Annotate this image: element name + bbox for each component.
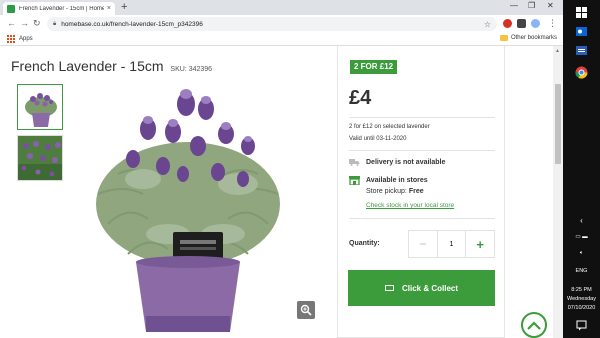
zoom-button[interactable] — [297, 301, 315, 319]
available-text: Available in stores — [366, 177, 428, 184]
maximize-icon[interactable]: ❐ — [528, 1, 535, 10]
apps-bookmark[interactable]: Apps — [7, 35, 33, 43]
clock-day: Wednesday — [567, 296, 596, 302]
thumbnail-2[interactable] — [17, 135, 63, 181]
promo-badge[interactable]: 2 FOR £12 — [350, 60, 398, 74]
product-title: French Lavender - 15cm — [11, 58, 164, 74]
browser-toolbar: ← → ↻ 🔒︎ homebase.co.uk/french-lavender-… — [0, 15, 563, 33]
browser-tab[interactable]: French Lavender - 15cm | Homeba × — [3, 2, 115, 15]
forward-icon[interactable]: → — [20, 18, 29, 28]
apps-label: Apps — [19, 36, 33, 42]
pickup-label: Store pickup: — [366, 188, 409, 195]
outlook-icon[interactable] — [575, 25, 588, 38]
tray-chevron-icon[interactable]: ‹ — [563, 216, 600, 225]
clock-time[interactable]: 8:25 PM — [563, 287, 600, 293]
quantity-input[interactable]: 1 — [438, 231, 466, 257]
quantity-stepper: − 1 + — [408, 230, 495, 258]
offer-text: 2 for £12 on selected lavender — [349, 124, 430, 130]
page-title: French Lavender - 15cm SKU: 342396 — [11, 58, 212, 74]
apps-grid-icon — [7, 35, 15, 43]
click-and-collect-button[interactable]: Click & Collect — [348, 270, 495, 306]
divider — [349, 150, 495, 151]
delivery-truck-icon — [349, 159, 360, 166]
zoom-in-icon — [300, 304, 312, 316]
chrome-icon[interactable] — [575, 66, 588, 79]
folder-icon — [499, 35, 508, 41]
store-van-icon — [384, 285, 394, 291]
purchase-panel: 2 FOR £12 £4 2 for £12 on selected laven… — [337, 46, 505, 338]
product-gallery: French Lavender - 15cm SKU: 342396 — [0, 46, 327, 338]
quantity-decrease-button[interactable]: − — [409, 231, 438, 257]
windows-start-icon[interactable] — [575, 6, 588, 19]
page-scrollbar[interactable]: ▲ — [553, 46, 563, 338]
extension-icon[interactable] — [503, 19, 512, 28]
close-window-icon[interactable]: ✕ — [547, 1, 554, 10]
address-bar[interactable]: 🔒︎ homebase.co.uk/french-lavender-15cm_p… — [47, 17, 497, 31]
thumbnail-1[interactable] — [17, 84, 63, 130]
minimize-icon[interactable]: — — [510, 1, 518, 10]
other-bookmarks[interactable]: Other bookmarks — [499, 35, 557, 41]
new-tab-button[interactable]: + — [121, 1, 127, 13]
chevron-up-icon — [527, 320, 541, 330]
url-text[interactable]: homebase.co.uk/french-lavender-15cm_p342… — [61, 21, 484, 28]
homebase-favicon-icon — [7, 4, 15, 13]
delivery-status: Delivery is not available — [349, 158, 445, 166]
divider — [349, 117, 495, 118]
click-and-collect-label: Click & Collect — [401, 283, 458, 293]
offer-validity: Valid until 03-11-2020 — [349, 136, 407, 142]
profile-avatar-icon[interactable] — [531, 19, 540, 28]
bookmark-star-icon[interactable]: ☆ — [484, 20, 491, 29]
menu-kebab-icon[interactable]: ⋮ — [548, 18, 557, 29]
product-sku: SKU: 342396 — [170, 66, 213, 73]
quantity-increase-button[interactable]: + — [465, 231, 494, 257]
network-icon[interactable]: ▭ ▬ — [563, 234, 600, 240]
volume-icon[interactable]: 🔈︎ — [563, 250, 600, 257]
clock-date: 07/10/2020 — [567, 305, 596, 311]
product-main-image — [96, 89, 280, 332]
scroll-thumb[interactable] — [555, 84, 561, 164]
scroll-up-icon[interactable]: ▲ — [555, 48, 560, 54]
notifications-icon[interactable] — [575, 319, 588, 332]
bookmarks-bar: Apps Other bookmarks — [0, 33, 563, 46]
screen: French Lavender - 15cm | Homeba × + — ❐ … — [0, 0, 600, 338]
tab-close-icon[interactable]: × — [107, 5, 111, 12]
tab-title: French Lavender - 15cm | Homeba — [19, 5, 104, 12]
pickup-value: Free — [408, 188, 424, 195]
language-indicator[interactable]: ENG — [563, 268, 600, 274]
other-bookmarks-label: Other bookmarks — [510, 35, 557, 41]
reload-icon[interactable]: ↻ — [33, 18, 41, 29]
lavender-pot-thumbnail-icon — [18, 85, 62, 129]
check-stock-link[interactable]: Check stock in your local store — [366, 202, 454, 209]
word-icon[interactable] — [575, 44, 588, 57]
divider — [349, 218, 495, 219]
store-icon — [349, 176, 360, 185]
web-page: French Lavender - 15cm SKU: 342396 2 FOR… — [0, 46, 553, 338]
lock-icon: 🔒︎ — [53, 20, 57, 27]
back-icon[interactable]: ← — [7, 18, 16, 28]
back-to-top-button[interactable] — [521, 312, 547, 338]
delivery-text: Delivery is not available — [366, 158, 446, 166]
store-pickup: Store pickup: Free — [366, 188, 428, 195]
puzzle-extensions-icon[interactable] — [517, 19, 526, 28]
lavender-field-thumbnail-icon — [18, 136, 62, 180]
product-price: £4 — [349, 87, 372, 109]
tab-strip: French Lavender - 15cm | Homeba × + — ❐ … — [0, 0, 563, 15]
windows-taskbar: ‹ ▭ ▬ 🔈︎ ENG 8:25 PM Wednesday 07/10/202… — [563, 0, 600, 338]
quantity-label: Quantity: — [349, 240, 380, 247]
store-availability: Available in stores Store pickup: Free — [349, 176, 428, 195]
